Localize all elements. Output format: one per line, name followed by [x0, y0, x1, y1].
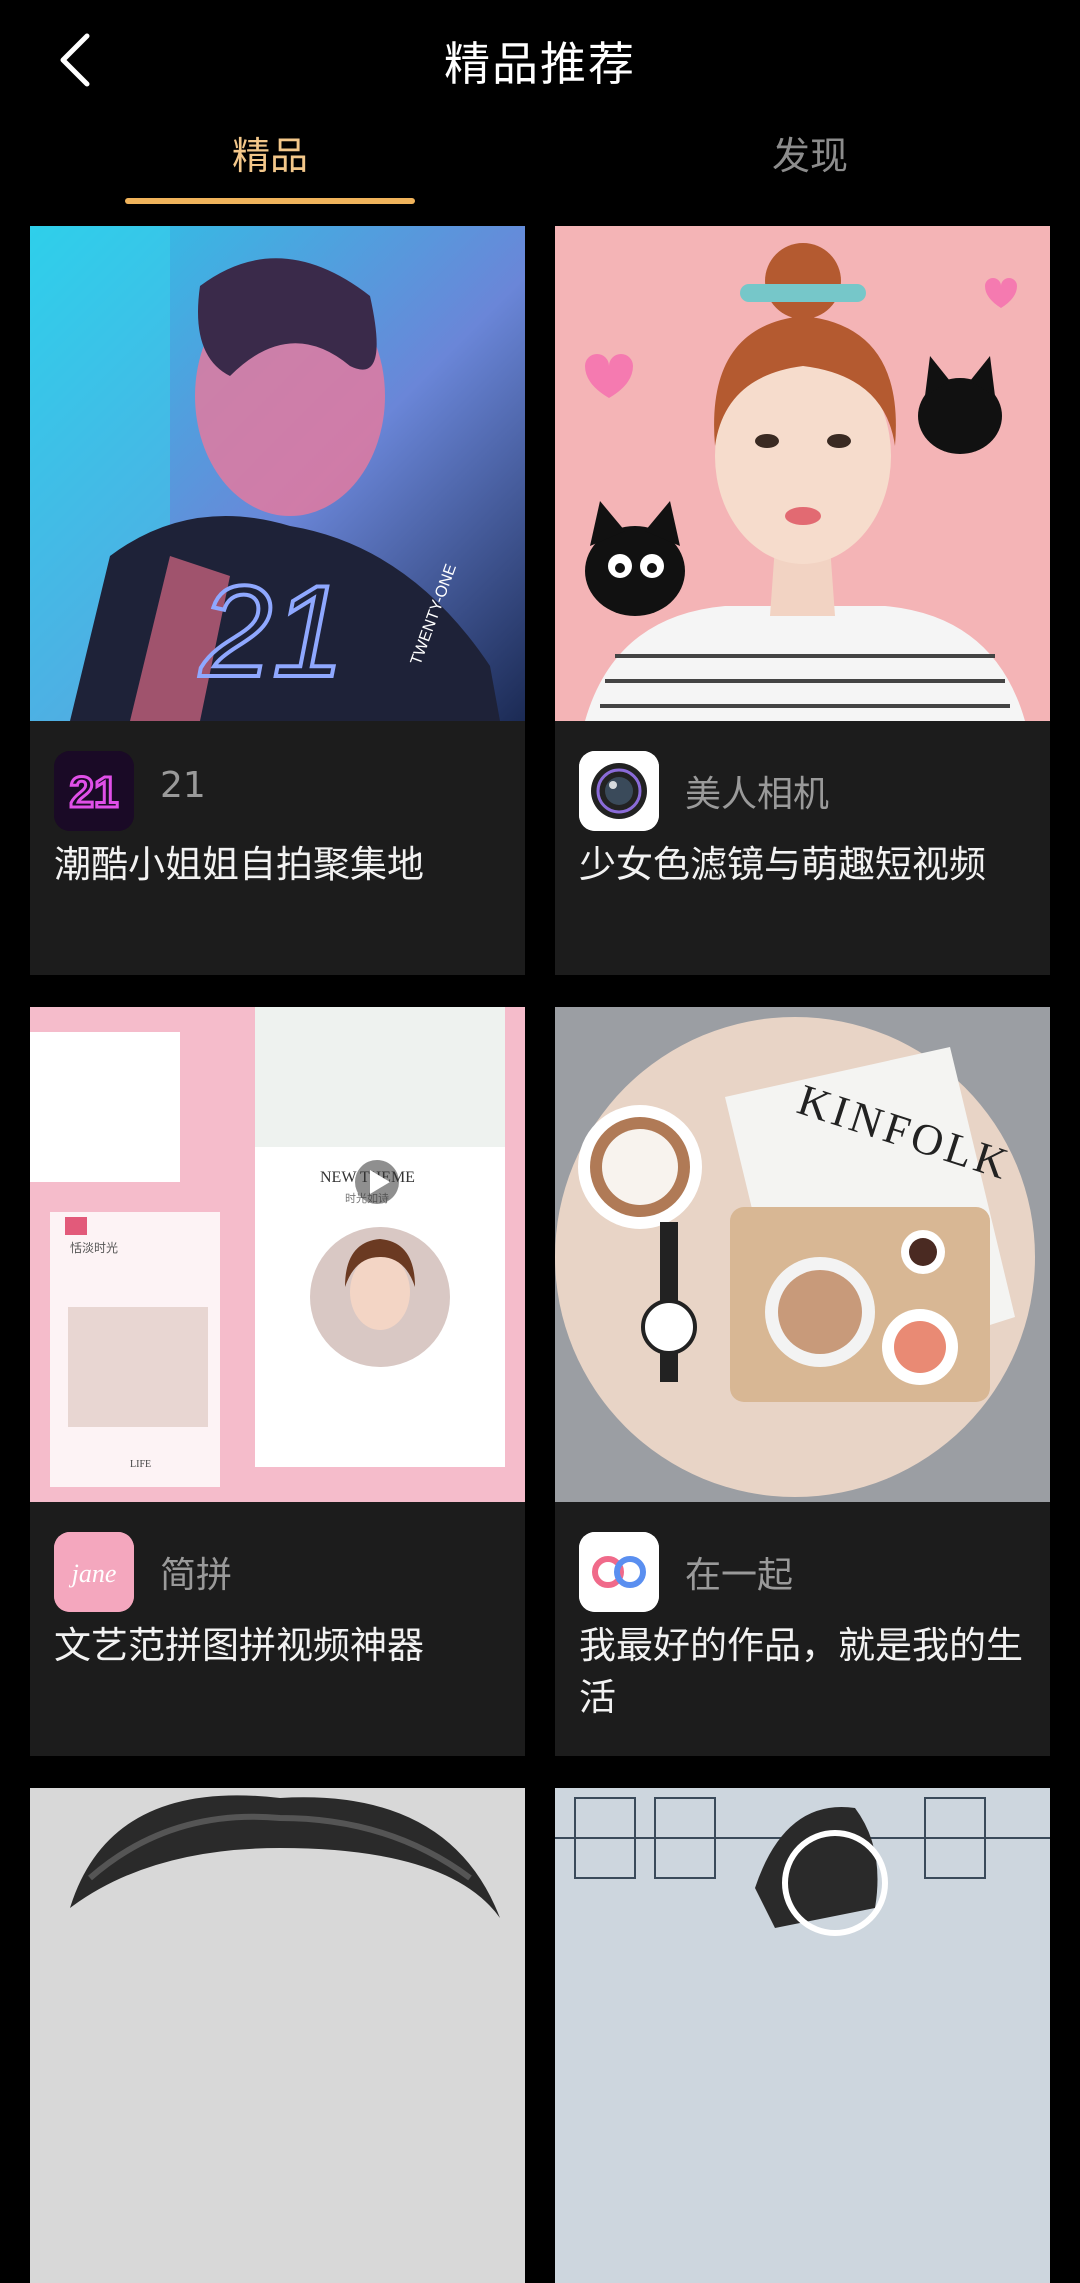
app-description: 少女色滤镜与萌趣短视频	[579, 843, 986, 886]
app-card-partial[interactable]	[555, 1788, 1050, 2283]
app-description: 文艺范拼图拼视频神器	[54, 1624, 424, 1667]
app-name: 在一起	[685, 1555, 794, 1596]
card-info: 在一起 我最好的作品，就是我的生活	[555, 1502, 1050, 1756]
card-info: 美人相机 少女色滤镜与萌趣短视频	[555, 721, 1050, 975]
tab-bar: 精品 发现	[0, 118, 1080, 204]
app-card-21[interactable]: 21 TWENTY-ONE 21 21 潮酷小姐姐自拍聚集地	[30, 226, 525, 975]
app-name: 21	[160, 765, 206, 806]
app-card-together[interactable]: KINFOLK 在一起 我最好的作品，就是我的生活	[555, 1007, 1050, 1756]
camera-lens-icon	[579, 751, 659, 831]
thumb-number-text: 21	[199, 558, 345, 704]
app-name: 美人相机	[685, 774, 830, 815]
thumb-label-text: LIFE	[130, 1459, 151, 1470]
app-description: 我最好的作品，就是我的生活	[579, 1624, 1023, 1719]
card-info: jane 简拼 文艺范拼图拼视频神器	[30, 1502, 525, 1756]
app-card-partial[interactable]	[30, 1788, 525, 2283]
thumbnail-image: KINFOLK	[555, 1007, 1050, 1502]
svg-text:jane: jane	[69, 1559, 117, 1588]
app-card-jane[interactable]: 恬淡时光 LIFE NEW THEME 时光如诗 jane	[30, 1007, 525, 1756]
thumbnail-image	[555, 226, 1050, 721]
thumbnail-image: 21 TWENTY-ONE	[30, 226, 525, 721]
tab-discover[interactable]: 发现	[665, 128, 955, 204]
app-description: 潮酷小姐姐自拍聚集地	[54, 843, 424, 886]
thumb-side-text: 恬淡时光	[70, 1241, 118, 1255]
header-bar: 精品推荐	[0, 0, 1080, 118]
tab-label: 精品	[231, 134, 308, 178]
app-card-beauty-camera[interactable]: 美人相机 少女色滤镜与萌趣短视频	[555, 226, 1050, 975]
thumbnail-image: 恬淡时光 LIFE NEW THEME 时光如诗	[30, 1007, 525, 1502]
tab-featured[interactable]: 精品	[125, 128, 415, 204]
thumbnail-image	[555, 1788, 1050, 2283]
thumbnail-image	[30, 1788, 525, 2283]
infinity-loop-icon	[579, 1532, 659, 1612]
jane-script-icon: jane	[54, 1532, 134, 1612]
tab-active-indicator	[125, 198, 415, 204]
tab-label: 发现	[771, 134, 848, 178]
svg-text:21: 21	[70, 768, 119, 817]
app-name: 简拼	[160, 1555, 233, 1596]
21-app-icon: 21	[54, 751, 134, 831]
page-title: 精品推荐	[444, 37, 636, 91]
card-info: 21 21 潮酷小姐姐自拍聚集地	[30, 721, 525, 975]
